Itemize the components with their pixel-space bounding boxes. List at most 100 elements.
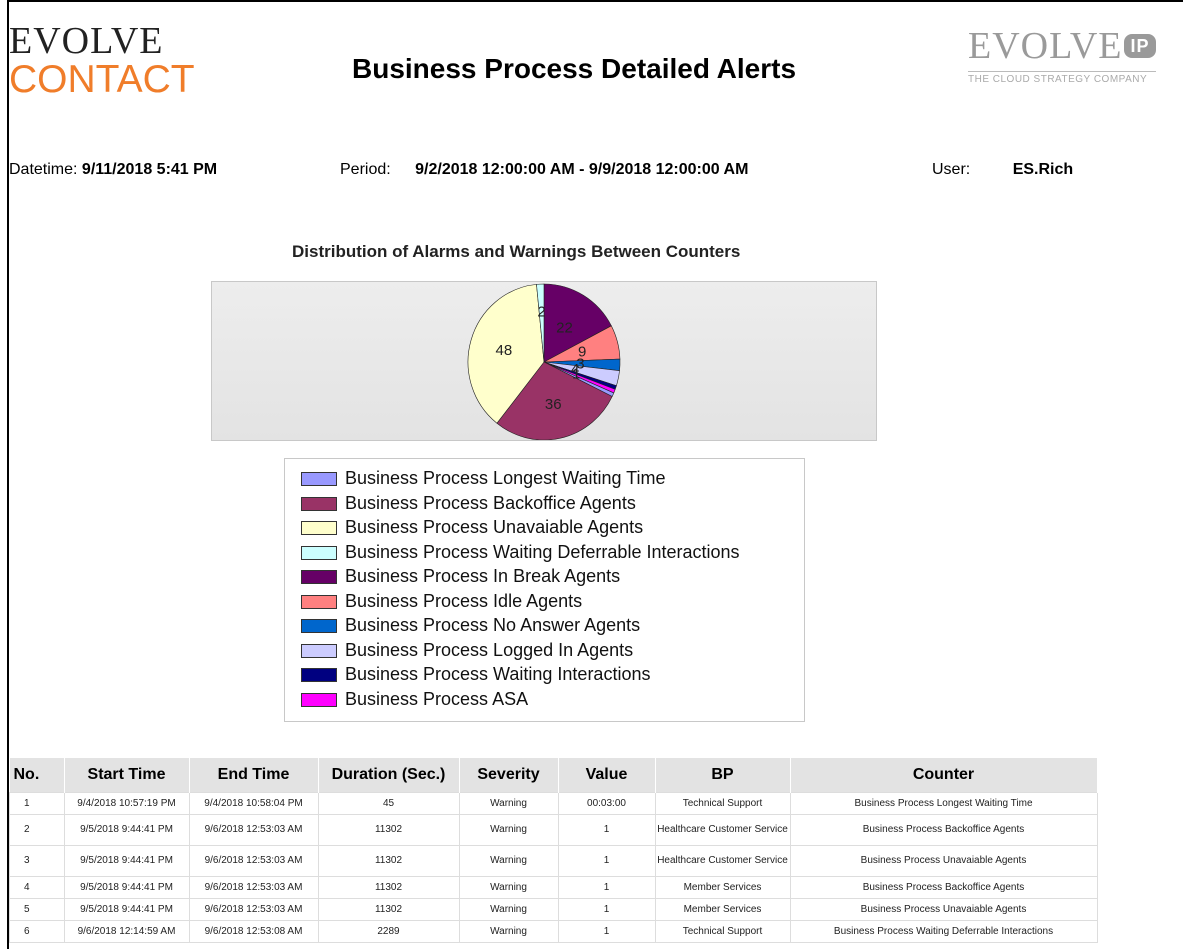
table-row[interactable]: 6 9/6/2018 12:14:59 AM 9/6/2018 12:53:08 A… [9,920,1098,943]
table-cell: 2 [9,814,65,846]
legend-swatch [301,692,337,707]
chart-legend: Business Process Longest Waiting Time Bus… [284,458,805,722]
table-cell: 9/6/2018 12:53:03 AM [188,898,319,921]
period-label: Period: [340,161,391,178]
table-row[interactable]: 2 9/5/2018 9:44:41 PM 9/6/2018 12:53:03 AM… [9,814,1098,846]
pie-data-label: 1 [572,366,580,383]
page-title: Business Process Detailed Alerts [352,53,797,84]
table-cell: Warning [458,845,559,877]
table-cell: Member Services [654,898,791,921]
table-cell: Warning [458,792,559,815]
col-duration[interactable]: Duration (Sec.) [318,758,460,793]
table-cell: 5 [9,898,65,921]
legend-label: Business Process Logged In Agents [345,639,634,660]
legend-swatch [301,570,337,584]
table-cell: Business Process Backoffice Agents [789,876,1098,899]
table-cell: 9/6/2018 12:53:08 AM [188,920,319,943]
user-value: ES.Rich [1012,161,1074,178]
table-cell: 6 [9,920,65,943]
legend-label: Business Process Unavaiable Agents [345,517,644,537]
logo-left-line2: CONTACT [9,58,195,101]
table-cell: 9/5/2018 9:44:41 PM [63,876,190,899]
period-info: Period: 9/2/2018 12:00:00 AM - 9/9/2018 … [340,161,748,179]
table-cell: Business Process Backoffice Agents [789,814,1098,846]
datetime-value: 9/11/2018 5:41 PM [81,161,218,178]
pie-data-label: 48 [496,342,513,359]
table-cell: Member Services [654,876,791,899]
table-cell: 9/5/2018 9:44:41 PM [63,814,190,846]
evolve-contact-logo: EVOLVE CONTACT [9,22,195,99]
table-cell: 1 [9,792,65,815]
logo-right-badge: IP [1124,34,1156,58]
logo-right-tagline: THE CLOUD STRATEGY COMPANY [968,71,1156,85]
table-cell: 11302 [317,814,460,846]
legend-swatch [301,619,337,633]
alerts-table: No. Start Time End Time Duration (Sec.) … [9,758,1098,943]
table-row[interactable]: 4 9/5/2018 9:44:41 PM 9/6/2018 12:53:03 AM… [9,876,1098,899]
table-cell: Warning [458,898,559,921]
col-value[interactable]: Value [558,758,656,793]
chart-title: Distribution of Alarms and Warnings Betw… [292,242,741,261]
col-end-time[interactable]: End Time [189,758,319,793]
legend-label: Business Process Waiting Interactions [345,664,651,684]
table-cell: 11302 [317,845,460,877]
table-cell: 9/4/2018 10:57:19 PM [63,792,190,815]
legend-label: Business Process ASA [345,688,529,709]
table-cell: 9/6/2018 12:53:03 AM [188,845,319,877]
legend-swatch [301,521,337,535]
table-cell: 11302 [317,898,460,921]
table-cell: Warning [458,876,559,899]
pie-data-label: 2 [537,303,545,320]
col-bp[interactable]: BP [655,758,791,793]
datetime-label: Datetime: [9,161,78,178]
pie-chart: 48362292341 [467,283,621,440]
table-row[interactable]: 3 9/5/2018 9:44:41 PM 9/6/2018 12:53:03 AM… [9,845,1098,877]
table-cell: 11302 [317,876,460,899]
legend-swatch [301,472,337,486]
table-cell: Technical Support [654,920,791,943]
table-cell: Business Process Unavaiable Agents [789,898,1098,921]
pie-data-label: 36 [545,396,562,413]
legend-label: Business Process In Break Agents [345,566,621,586]
table-cell: 9/6/2018 12:53:03 AM [188,814,319,846]
table-cell: Healthcare Customer Service [654,845,791,877]
pie-chart-area: 48 36 22 9 2 3 4 1 [211,281,877,441]
legend-label: Business Process Waiting Deferrable Inte… [345,541,740,562]
table-cell: 1 [557,876,656,899]
table-row[interactable]: 5 9/5/2018 9:44:41 PM 9/6/2018 12:53:03 AM… [9,898,1098,921]
legend-label: Business Process Backoffice Agents [345,492,636,513]
table-cell: 1 [557,814,656,846]
logo-left-line1: EVOLVE [9,20,164,62]
table-cell: Business Process Waiting Deferrable Inte… [789,920,1098,943]
table-cell: 9/4/2018 10:58:04 PM [188,792,319,815]
legend-label: Business Process Idle Agents [345,590,583,611]
table-cell: 9/5/2018 9:44:41 PM [63,845,190,877]
col-start-time[interactable]: Start Time [64,758,190,793]
user-label: User: [932,161,971,178]
table-cell: Business Process Longest Waiting Time [789,792,1098,815]
table-row[interactable]: 1 9/4/2018 10:57:19 PM 9/4/2018 10:58:04 P… [9,792,1098,815]
col-severity[interactable]: Severity [459,758,559,793]
pie-data-label: 22 [556,319,573,336]
table-cell: 9/6/2018 12:53:03 AM [188,876,319,899]
period-value: 9/2/2018 12:00:00 AM - 9/9/2018 12:00:00… [415,161,749,178]
table-cell: 3 [9,845,65,877]
col-no[interactable]: No. [9,758,65,793]
table-cell: 4 [9,876,65,899]
table-header-row: No. Start Time End Time Duration (Sec.) … [9,758,1098,793]
legend-label: Business Process No Answer Agents [345,615,641,635]
table-cell: 2289 [317,920,460,943]
datetime-info: Datetime: 9/11/2018 5:41 PM [9,161,217,179]
table-cell: 1 [557,845,656,877]
legend-swatch [301,496,337,511]
col-counter[interactable]: Counter [790,758,1098,793]
table-cell: 45 [317,792,460,815]
table-cell: Warning [458,920,559,943]
table-cell: Business Process Unavaiable Agents [789,845,1098,877]
legend-swatch [301,643,337,658]
evolve-ip-logo: EVOLVE IP THE CLOUD STRATEGY COMPANY [968,27,1156,85]
legend-swatch [301,545,337,560]
logo-right-main: EVOLVE [968,25,1123,67]
user-info: User: ES.Rich [932,161,1073,179]
table-cell: 1 [557,898,656,921]
